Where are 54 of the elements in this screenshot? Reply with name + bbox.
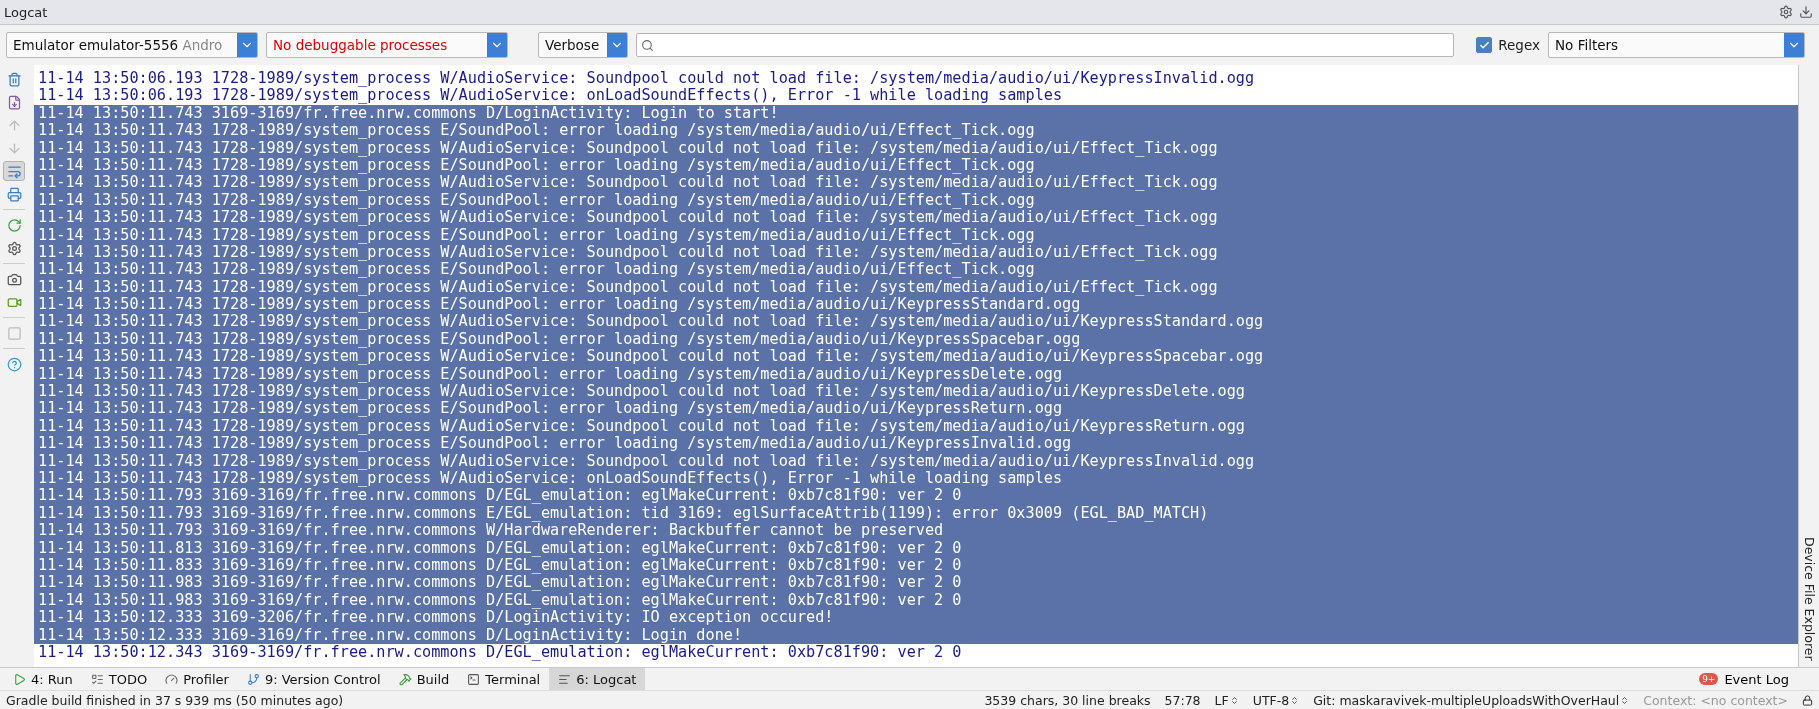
log-line: 11-14 13:50:06.193 1728-1989/system_process W/AudioService: Soundpool could not load file: /system/media/audio/ui/KeypressInvalid.ogg [37,70,1256,88]
status-item[interactable]: LF [1214,692,1239,708]
tool-window-tab[interactable]: Profiler [156,668,238,690]
search-field[interactable] [636,33,1455,57]
tool-window-tab[interactable]: TODO [81,668,157,690]
process-dropdown[interactable]: No debuggable processes [266,32,508,58]
panel-title: Logcat [4,4,48,20]
lock-icon[interactable] [1802,694,1813,706]
regex-label: Regex [1498,37,1540,53]
branch-icon [246,672,260,686]
up-arrow-icon [6,117,22,133]
event-log-button[interactable]: 9+ Event Log [1693,668,1819,690]
soft-wrap-button[interactable] [3,161,25,181]
tool-window-tab[interactable]: Build [389,668,459,690]
status-item: 57:78 [1164,692,1201,708]
down-arrow-icon [6,140,22,156]
device-dropdown[interactable]: Emulator emulator-5556 Andro [6,32,258,58]
log-line: 11-14 13:50:06.193 1728-1989/system_process W/AudioService: onLoadSoundEffects(), Error -1 while loading samples [37,87,1064,105]
status-item: 3539 chars, 30 line breaks [984,692,1151,708]
help-icon [6,356,22,372]
settings-icon[interactable] [1779,5,1793,19]
up-down-arrows-icon [1620,695,1630,705]
lines-icon [558,672,572,686]
terminal-icon [467,672,481,686]
status-message: Gradle build finished in 37 s 939 ms (50 minutes ago) [6,692,345,708]
play-icon [13,672,26,686]
up-down-arrows-icon [1290,695,1300,705]
regex-checkbox[interactable] [1476,37,1493,53]
hammer-icon [398,672,412,686]
print-icon [6,186,22,202]
settings-icon [6,240,22,256]
camera-icon [6,271,22,287]
up-down-arrows-icon [1229,695,1239,705]
gauge-icon [165,672,179,686]
status-item[interactable]: UTF-8 [1252,692,1300,708]
log-level-dropdown[interactable]: Verbose [538,32,628,58]
status-item: Context: <no context> [1643,692,1788,708]
tool-window-tab[interactable]: Terminal [458,668,550,690]
tool-window-tab[interactable]: 9: Version Control [237,668,390,690]
tool-window-tab[interactable]: 4: Run [4,668,82,690]
soft-wrap-icon [6,163,22,179]
clear-icon [6,71,22,87]
stop-icon [6,325,22,341]
restart-icon [6,217,22,233]
status-item[interactable]: Git: maskaravivek-multipleUploadsWithOverHaul [1313,692,1630,708]
filter-dropdown[interactable]: No Filters [1548,32,1805,58]
check-icon [1478,39,1490,51]
notification-badge: 9+ [1699,673,1719,685]
log-line: 11-14 13:50:12.343 3169-3169/fr.free.nrw.commons D/EGL_emulation: eglMakeCurrent: 0xb7c81f90: ver 2 0 [37,643,963,662]
search-icon [641,38,654,52]
scroll-to-end-icon [6,94,22,110]
tool-window-tab[interactable]: 6: Logcat [549,668,646,690]
list-icon [90,672,104,686]
device-file-explorer-tab[interactable]: Device File Explorer [1801,537,1817,661]
